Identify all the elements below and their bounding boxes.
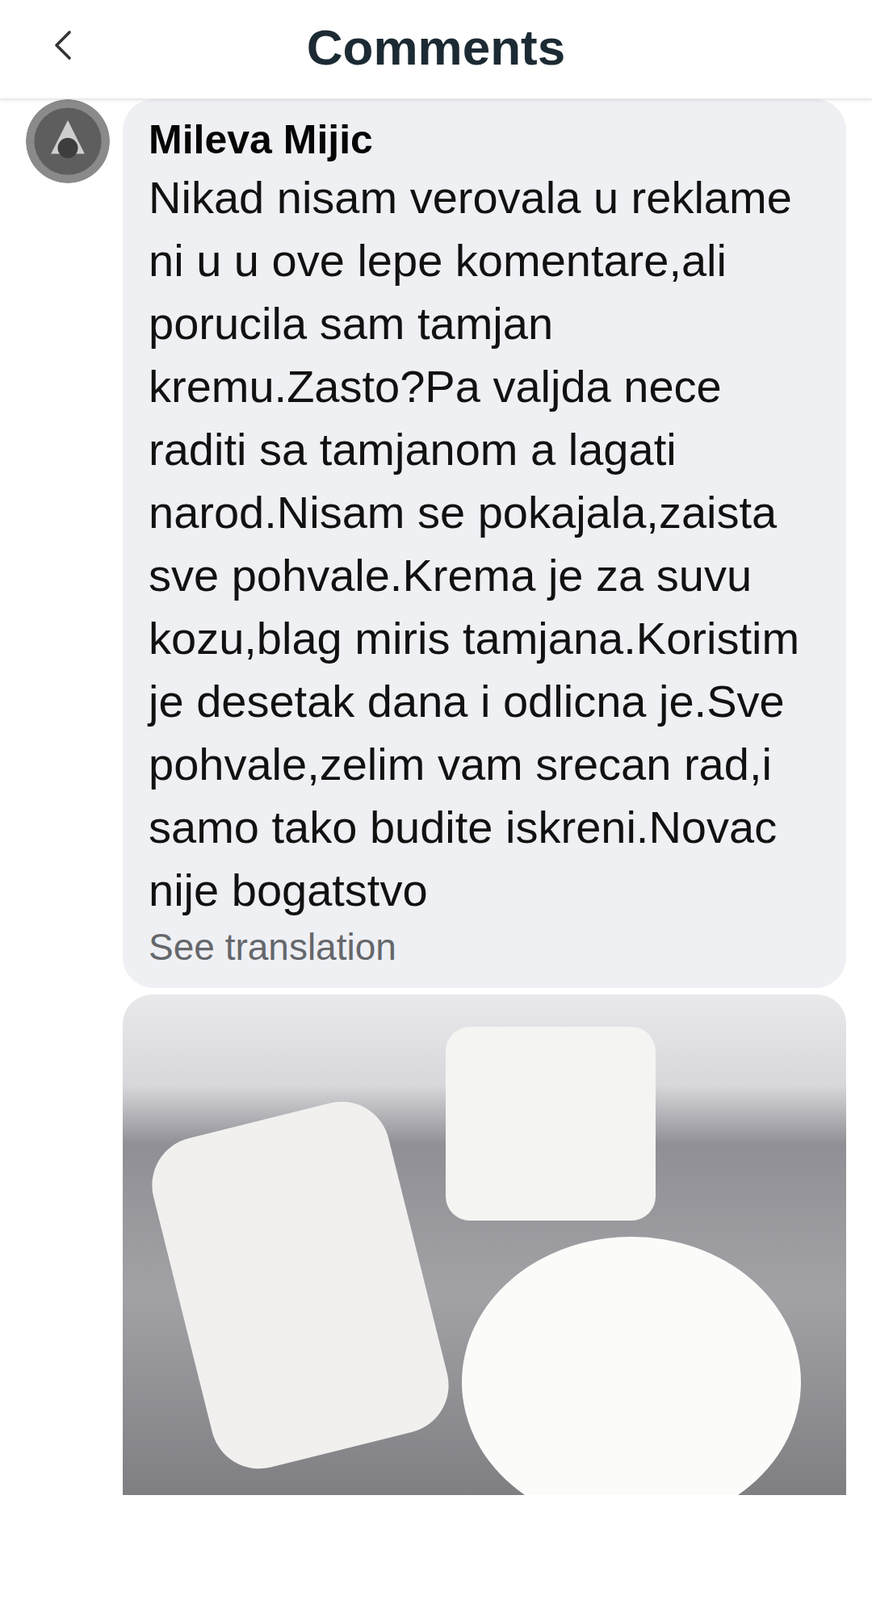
comment-text: Nikad nisam verovala u reklame ni u u ov…	[148, 166, 822, 923]
comment: Mileva Mijic Nikad nisam verovala u rekl…	[0, 99, 872, 1496]
see-translation-link[interactable]: See translation	[148, 923, 822, 973]
jar-shape	[445, 1027, 656, 1221]
comment-bubble: Mileva Mijic Nikad nisam verovala u rekl…	[122, 99, 847, 989]
header: Comments	[0, 0, 872, 100]
page-title: Comments	[306, 18, 566, 81]
comments-page: Comments Mileva Mijic Nikad nisam verova…	[0, 0, 872, 1600]
comment-author[interactable]: Mileva Mijic	[148, 113, 822, 167]
jar-shape	[142, 1091, 460, 1480]
comment-photo[interactable]	[122, 994, 847, 1496]
avatar-icon	[25, 99, 110, 184]
jar-shape	[461, 1236, 801, 1496]
back-button[interactable]	[40, 20, 89, 70]
comment-body: Mileva Mijic Nikad nisam verovala u rekl…	[122, 99, 847, 1496]
avatar[interactable]	[25, 99, 110, 184]
chevron-left-icon	[45, 25, 84, 65]
